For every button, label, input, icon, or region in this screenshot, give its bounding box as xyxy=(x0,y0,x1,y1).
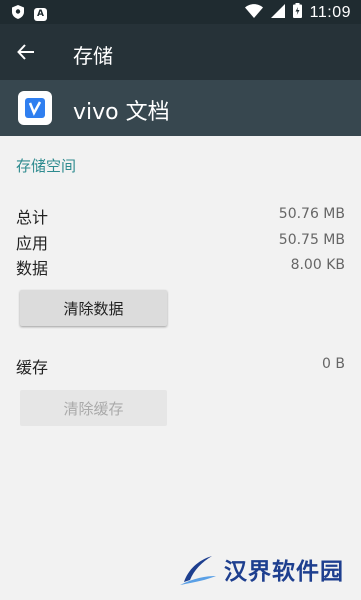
row-app: 应用 50.75 MB xyxy=(16,230,345,254)
storage-section-title: 存储空间 xyxy=(16,157,77,175)
app-bar: 存储 xyxy=(0,24,361,80)
cache-label: 缓存 xyxy=(16,358,49,377)
row-label: 数据 xyxy=(16,259,49,278)
app-icon xyxy=(18,91,52,125)
row-label: 总计 xyxy=(16,208,49,227)
status-bar: A 11:09 xyxy=(0,0,361,24)
page-title: 存储 xyxy=(73,44,113,68)
row-label: 应用 xyxy=(16,234,49,253)
cache-value: 0 B xyxy=(322,356,345,372)
row-value: 50.75 MB xyxy=(278,232,345,248)
signal-icon xyxy=(270,3,285,22)
status-time: 11:09 xyxy=(309,3,351,21)
row-value: 8.00 KB xyxy=(290,257,345,273)
row-value: 50.76 MB xyxy=(278,206,345,222)
watermark: 汉界软件园 xyxy=(178,552,344,586)
arrow-left-icon xyxy=(17,44,34,60)
battery-icon xyxy=(292,3,302,22)
clear-cache-button[interactable]: 清除缓存 xyxy=(20,390,167,426)
a-notification-icon: A xyxy=(34,7,47,21)
back-button[interactable] xyxy=(12,38,40,66)
app-header: vivo 文档 xyxy=(0,80,361,136)
row-data: 数据 8.00 KB xyxy=(16,255,345,279)
app-name: vivo 文档 xyxy=(73,100,170,125)
shield-icon xyxy=(12,5,24,23)
wifi-icon xyxy=(244,3,263,22)
clear-data-button[interactable]: 清除数据 xyxy=(20,290,167,326)
watermark-text: 汉界软件园 xyxy=(224,559,344,585)
row-total: 总计 50.76 MB xyxy=(16,204,345,228)
row-cache: 缓存 0 B xyxy=(16,354,345,378)
watermark-logo-icon xyxy=(180,556,216,585)
